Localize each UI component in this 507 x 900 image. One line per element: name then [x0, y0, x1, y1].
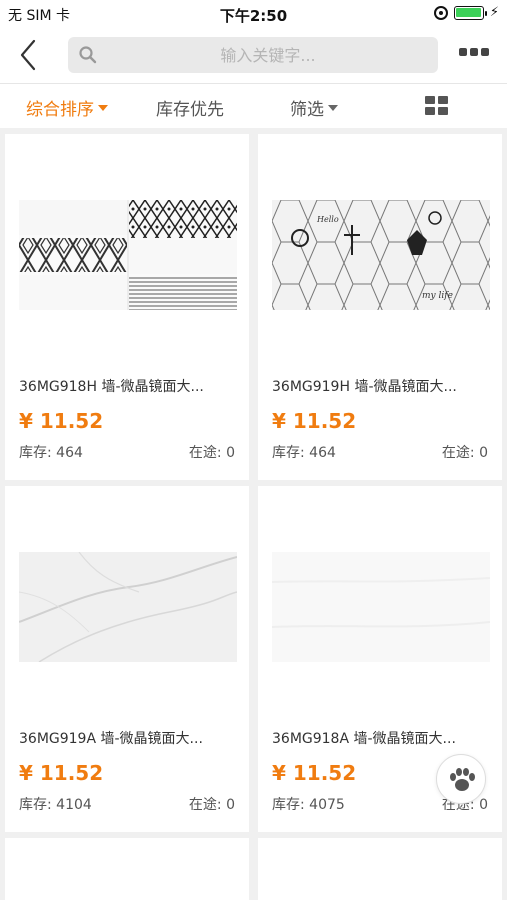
dot: [459, 48, 467, 56]
product-price: ¥ 11.52: [272, 761, 357, 785]
search-input[interactable]: [108, 37, 428, 73]
product-name: 36MG918A 墙-微晶镜面大...: [272, 731, 456, 747]
in-transit-count: 在途: 0: [188, 445, 235, 461]
nav-bar: [0, 28, 507, 84]
grid-view-icon[interactable]: [425, 96, 449, 116]
dot: [470, 48, 478, 56]
back-button[interactable]: [14, 38, 44, 72]
status-bar: 无 SIM 卡 下午2:50 ⚡: [0, 0, 507, 28]
product-price: ¥ 11.52: [272, 409, 357, 433]
product-name: 36MG919H 墙-微晶镜面大...: [272, 379, 457, 395]
charging-icon: ⚡: [489, 5, 499, 20]
status-icons: ⚡: [433, 5, 499, 20]
more-button[interactable]: [459, 48, 489, 56]
product-card[interactable]: [5, 838, 249, 900]
caret-down-icon: [98, 104, 108, 111]
in-transit-count: 在途: 0: [188, 797, 235, 813]
svg-text:Hello: Hello: [316, 215, 339, 224]
product-image: [272, 552, 490, 662]
product-name: 36MG919A 墙-微晶镜面大...: [19, 731, 203, 747]
product-card[interactable]: 36MG919A 墙-微晶镜面大... ¥ 11.52 库存: 4104 在途:…: [5, 486, 249, 832]
paw-icon: [450, 768, 475, 791]
sort-comprehensive-tab[interactable]: 综合排序: [26, 95, 108, 120]
stock-count: 库存: 464: [272, 445, 336, 461]
search-icon: [78, 45, 98, 65]
product-card[interactable]: [258, 838, 502, 900]
floating-assist-button[interactable]: [436, 754, 486, 804]
chevron-left-icon: [20, 39, 36, 71]
stock-count: 库存: 4075: [272, 797, 345, 813]
stock-count: 库存: 4104: [19, 797, 92, 813]
caret-down-icon: [328, 104, 338, 111]
clock-text: 下午2:50: [219, 7, 288, 25]
product-card[interactable]: Hello my life 36MG919H 墙-微晶镜面大... ¥ 11.5…: [258, 134, 502, 480]
filter-label: 筛选: [290, 100, 324, 120]
svg-text:my life: my life: [422, 291, 453, 301]
battery-icon: [453, 5, 487, 20]
product-name: 36MG918H 墙-微晶镜面大...: [19, 379, 204, 395]
product-price: ¥ 11.52: [19, 409, 104, 433]
stock-count: 库存: 464: [19, 445, 83, 461]
product-image: Hello my life: [272, 200, 490, 310]
orientation-lock-icon: [433, 5, 448, 20]
stock-priority-tab[interactable]: 库存优先: [156, 95, 224, 120]
stock-priority-label: 库存优先: [156, 100, 224, 120]
sort-label: 综合排序: [26, 100, 94, 120]
in-transit-count: 在途: 0: [441, 445, 488, 461]
product-image: [19, 200, 237, 310]
filter-bar: 综合排序 库存优先 筛选: [0, 84, 507, 128]
filter-tab[interactable]: 筛选: [290, 95, 338, 120]
product-image: [19, 552, 237, 662]
search-box[interactable]: [68, 37, 438, 73]
product-price: ¥ 11.52: [19, 761, 104, 785]
product-card[interactable]: 36MG918H 墙-微晶镜面大... ¥ 11.52 库存: 464 在途: …: [5, 134, 249, 480]
dot: [481, 48, 489, 56]
